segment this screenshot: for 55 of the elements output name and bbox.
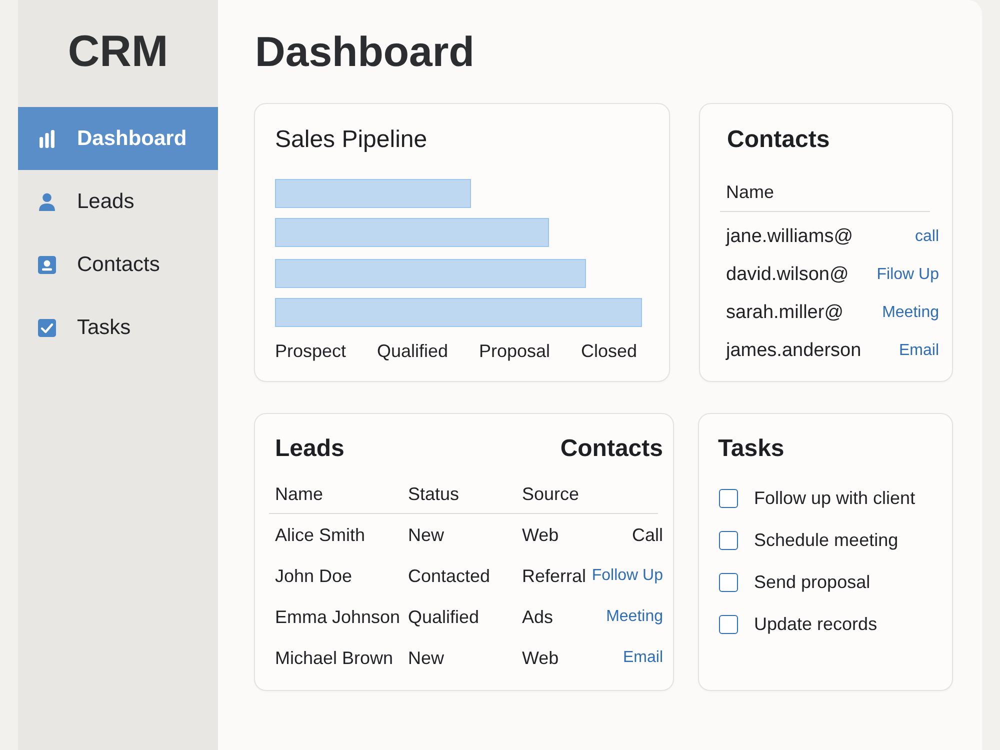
checked-box-icon	[38, 318, 56, 336]
card-title: Tasks	[718, 434, 784, 464]
task-label: Schedule meeting	[754, 529, 898, 552]
table-cell-text: Emma Johnson	[275, 606, 400, 628]
bar-chart-icon	[38, 130, 56, 148]
nav-item[interactable]: Contacts	[18, 233, 218, 296]
contact-email: jane.williams@	[726, 225, 853, 249]
card-title: Contacts	[727, 125, 830, 155]
task-checkbox[interactable]	[719, 572, 738, 592]
action-link[interactable]: Meeting	[882, 303, 939, 323]
action-link[interactable]: Email	[898, 341, 939, 361]
contact-email: james.anderson	[726, 339, 862, 363]
person-icon	[38, 192, 56, 210]
task-checkbox[interactable]	[719, 488, 738, 508]
action-label: Call	[632, 524, 663, 546]
action-link[interactable]: Filow Up	[876, 265, 939, 285]
table-cell-text: Ads	[522, 606, 554, 628]
table-cell-text: John Doe	[275, 564, 352, 588]
table-cell-text: Web	[522, 646, 559, 670]
action-link[interactable]: Email	[622, 648, 663, 668]
table-cell-text: Contacted	[408, 564, 490, 588]
contact-email: david.wilson@	[726, 263, 849, 287]
stage-label: Qualified	[376, 340, 448, 363]
task-label: Send proposal	[754, 571, 870, 594]
column-header: Name	[275, 483, 324, 506]
table-cell-text: Michael Brown	[275, 646, 394, 670]
nav-item[interactable]: Dashboard	[18, 107, 218, 170]
task-checkbox[interactable]	[719, 614, 738, 634]
contact-email: sarah.miller@	[726, 301, 844, 325]
nav-item[interactable]: Tasks	[18, 296, 218, 359]
stage-label: Closed	[580, 340, 637, 363]
column-header: Status	[408, 483, 460, 506]
nav-item[interactable]: Leads	[18, 170, 218, 233]
table-cell-text: Qualified	[408, 606, 480, 628]
column-header: Name	[726, 181, 774, 204]
stage-label: Prospect	[275, 340, 346, 363]
contact-card-icon	[38, 256, 56, 274]
action-link[interactable]: Meeting	[606, 606, 663, 626]
column-header: Source	[522, 483, 580, 506]
table-cell-text: Referral	[522, 564, 586, 588]
table-cell-text: Alice Smith	[275, 524, 366, 546]
stage-label: Proposal	[478, 340, 550, 363]
card-title: Leads	[275, 434, 344, 464]
table-cell-text: Web	[522, 524, 559, 546]
action-link[interactable]: Follow Up	[592, 566, 663, 586]
task-label: Follow up with client	[754, 487, 916, 510]
task-label: Update records	[754, 613, 878, 636]
table-cell-text: New	[408, 646, 444, 670]
table-cell-text: New	[408, 524, 444, 546]
task-checkbox[interactable]	[719, 530, 738, 550]
card-title: Sales Pipeline	[275, 125, 428, 155]
app-title: CRM	[68, 26, 168, 78]
page-title: Dashboard	[255, 27, 474, 77]
action-link[interactable]: call	[914, 227, 939, 247]
card-title: Contacts	[560, 434, 663, 464]
